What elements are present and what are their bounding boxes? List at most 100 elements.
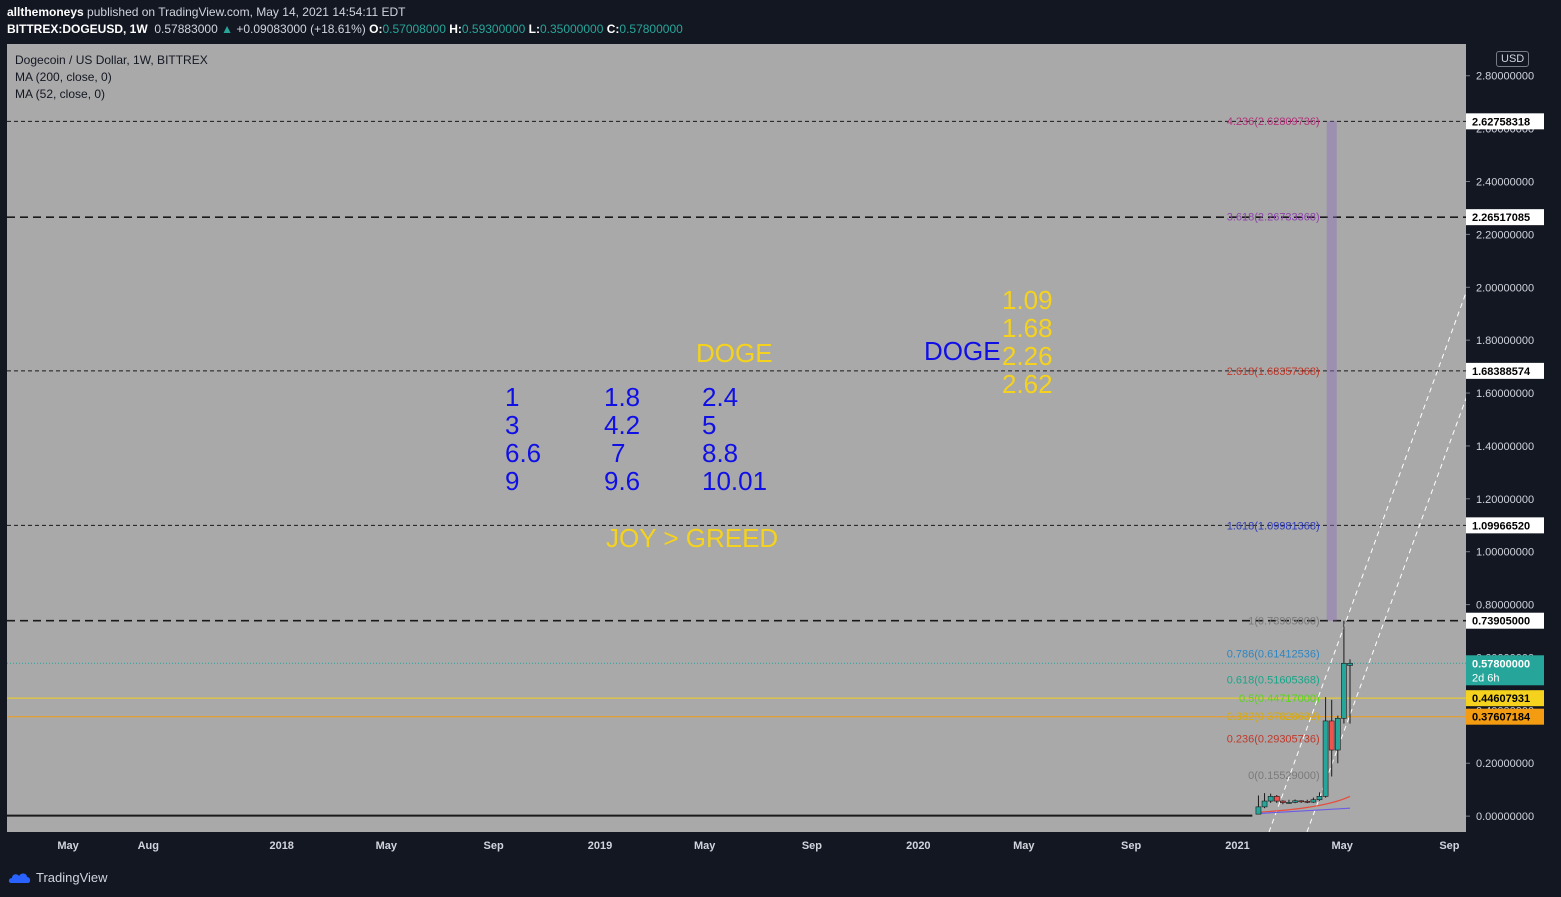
y-tick-label-10: 2.00000000	[1476, 282, 1534, 294]
price-change: +0.09083000 (+18.61%)	[236, 22, 366, 36]
symbol-name: BITTREX:DOGEUSD, 1W	[7, 22, 148, 36]
x-tick-label-13: Sep	[1439, 840, 1459, 852]
y-tick-label-9: 1.80000000	[1476, 335, 1534, 347]
candle-body-10	[1316, 796, 1323, 801]
fib-label-10: 0(0.15529000)	[1248, 770, 1320, 782]
fib-label-8: 0.382(0.37828632)	[1227, 711, 1320, 723]
fib-label-2: 2.618(1.68357368)	[1227, 366, 1320, 378]
annotation-target-1: 1.68	[1002, 313, 1053, 343]
y-tick-label-5: 1.00000000	[1476, 547, 1534, 559]
footer: TradingView	[0, 860, 1561, 897]
annotation-col2-1: 4.2	[604, 410, 641, 440]
symbol-line: BITTREX:DOGEUSD, 1W 0.57883000 ▲ +0.0908…	[7, 22, 683, 36]
annotation-doge-right: DOGE	[924, 336, 1001, 366]
x-tick-label-2: 2018	[269, 840, 293, 852]
fib-label-3: 1.618(1.09981368)	[1227, 520, 1320, 532]
y-tick-label-1: 0.20000000	[1476, 758, 1534, 770]
fib-label-5: 0.786(0.61412536)	[1227, 649, 1320, 661]
candle-body-2	[1267, 796, 1274, 802]
last-price-countdown: 2d 6h	[1472, 672, 1500, 684]
candle-body-13	[1335, 717, 1341, 751]
close-label: C:	[606, 22, 620, 36]
y-tick-label-11: 2.20000000	[1476, 229, 1534, 241]
x-tick-label-5: 2019	[588, 840, 612, 852]
annotation-joy-greed: JOY > GREED	[606, 523, 779, 553]
fib-label-9: 0.236(0.29305736)	[1227, 734, 1320, 746]
time-axis-svg: May Aug 2018 May Sep 2019 May Sep 2020 May Sep 2021…	[57, 840, 1459, 852]
annotation-target-3: 2.62	[1002, 369, 1053, 399]
level-tag-0: 2.62758318	[1472, 116, 1530, 128]
publish-header: allthemoneys published on TradingView.co…	[0, 0, 1561, 40]
annotation-doge-left: DOGE	[696, 338, 773, 368]
fib-label-7: 0.5(0.44717000)	[1239, 693, 1320, 705]
annotation-col2-0: 1.8	[604, 382, 641, 412]
annotation-col2-2: 7	[611, 438, 626, 468]
x-tick-label-1: Aug	[138, 840, 159, 852]
close-value: 0.57800000	[619, 22, 683, 36]
annotation-col1-1: 3	[505, 410, 520, 440]
y-tick-label-8: 1.60000000	[1476, 388, 1534, 400]
brand-name: TradingView	[36, 870, 108, 885]
candle-body-7	[1298, 800, 1304, 803]
legend-ma52[interactable]: MA (52, close, 0)	[15, 86, 208, 103]
annotation-col2-3: 9.6	[604, 466, 641, 496]
legend-ma200[interactable]: MA (200, close, 0)	[15, 69, 208, 86]
candle-body-12	[1328, 720, 1335, 751]
fib-label-4: 1(0.73905000)	[1248, 616, 1320, 628]
annotation-target-0: 1.09	[1002, 285, 1053, 315]
tradingview-cloud-icon	[8, 872, 31, 883]
candle-body-8	[1304, 801, 1311, 803]
legend-title[interactable]: Dogecoin / US Dollar, 1W, BITTREX	[15, 52, 208, 69]
annotation-col3-0: 2.4	[702, 382, 739, 412]
x-tick-label-3: May	[376, 840, 398, 852]
candle-body-11	[1322, 720, 1329, 797]
chart-pane[interactable]: 4.236(2.62809736) 3.618(2.26733368) 2.618(…	[7, 44, 1466, 832]
fib-label-6: 0.618(0.51605368)	[1227, 675, 1320, 687]
last-price: 0.57883000	[154, 22, 218, 36]
annotation-col1-3: 9	[505, 466, 520, 496]
publish-line: allthemoneys published on TradingView.co…	[7, 5, 405, 19]
x-tick-label-6: May	[694, 840, 716, 852]
annotation-col1-2: 6.6	[505, 438, 542, 468]
level-tag-3: 1.09966520	[1472, 520, 1530, 532]
candle-body-5	[1286, 802, 1292, 804]
y-tick-label-14: 2.80000000	[1476, 71, 1534, 83]
publish-info: published on TradingView.com, May 14, 20…	[87, 5, 406, 19]
tradingview-logo[interactable]: TradingView	[8, 870, 108, 885]
y-tick-label-12: 2.40000000	[1476, 177, 1534, 189]
candle-body-4	[1280, 800, 1286, 803]
annotation-col3-1: 5	[702, 410, 717, 440]
time-axis[interactable]: May Aug 2018 May Sep 2019 May Sep 2020 May Sep 2021…	[7, 832, 1466, 860]
x-tick-label-7: Sep	[802, 840, 822, 852]
currency-badge[interactable]: USD	[1496, 51, 1530, 67]
open-value: 0.57008000	[382, 22, 446, 36]
candle-body-9	[1310, 799, 1317, 803]
low-label: L:	[528, 22, 540, 36]
candle-body-0	[1255, 806, 1262, 815]
level-tag-2: 1.68388574	[1472, 366, 1531, 378]
price-axis[interactable]: 0.000000000.200000000.400000000.60000000…	[1466, 44, 1561, 832]
candle-body-1	[1261, 800, 1268, 808]
level-tag-1: 2.26517085	[1472, 212, 1530, 224]
level-tag-6: 0.37607184	[1472, 712, 1531, 724]
y-tick-label-4: 0.80000000	[1476, 600, 1534, 612]
last-price-tag: 0.57800000	[1472, 658, 1530, 670]
candle-body-6	[1292, 800, 1298, 803]
price-axis-svg: 0.000000000.200000000.400000000.60000000…	[1466, 71, 1544, 823]
up-arrow-icon: ▲	[221, 22, 233, 36]
fib-projection-band	[1326, 121, 1337, 621]
candle-body-14	[1341, 662, 1347, 719]
annotation-col3-3: 10.01	[702, 466, 768, 496]
chart-legend: Dogecoin / US Dollar, 1W, BITTREX MA (20…	[15, 52, 208, 103]
x-tick-label-12: May	[1331, 840, 1353, 852]
annotation-col1-0: 1	[505, 382, 520, 412]
x-tick-label-0: May	[57, 840, 79, 852]
candle-body-15	[1347, 662, 1353, 666]
y-tick-label-7: 1.40000000	[1476, 441, 1534, 453]
y-tick-label-6: 1.20000000	[1476, 494, 1534, 506]
level-tag-5: 0.44607931	[1472, 693, 1530, 705]
candle-body-3	[1273, 796, 1280, 802]
high-label: H:	[449, 22, 462, 36]
author-name[interactable]: allthemoneys	[7, 5, 84, 19]
high-value: 0.59300000	[461, 22, 526, 36]
